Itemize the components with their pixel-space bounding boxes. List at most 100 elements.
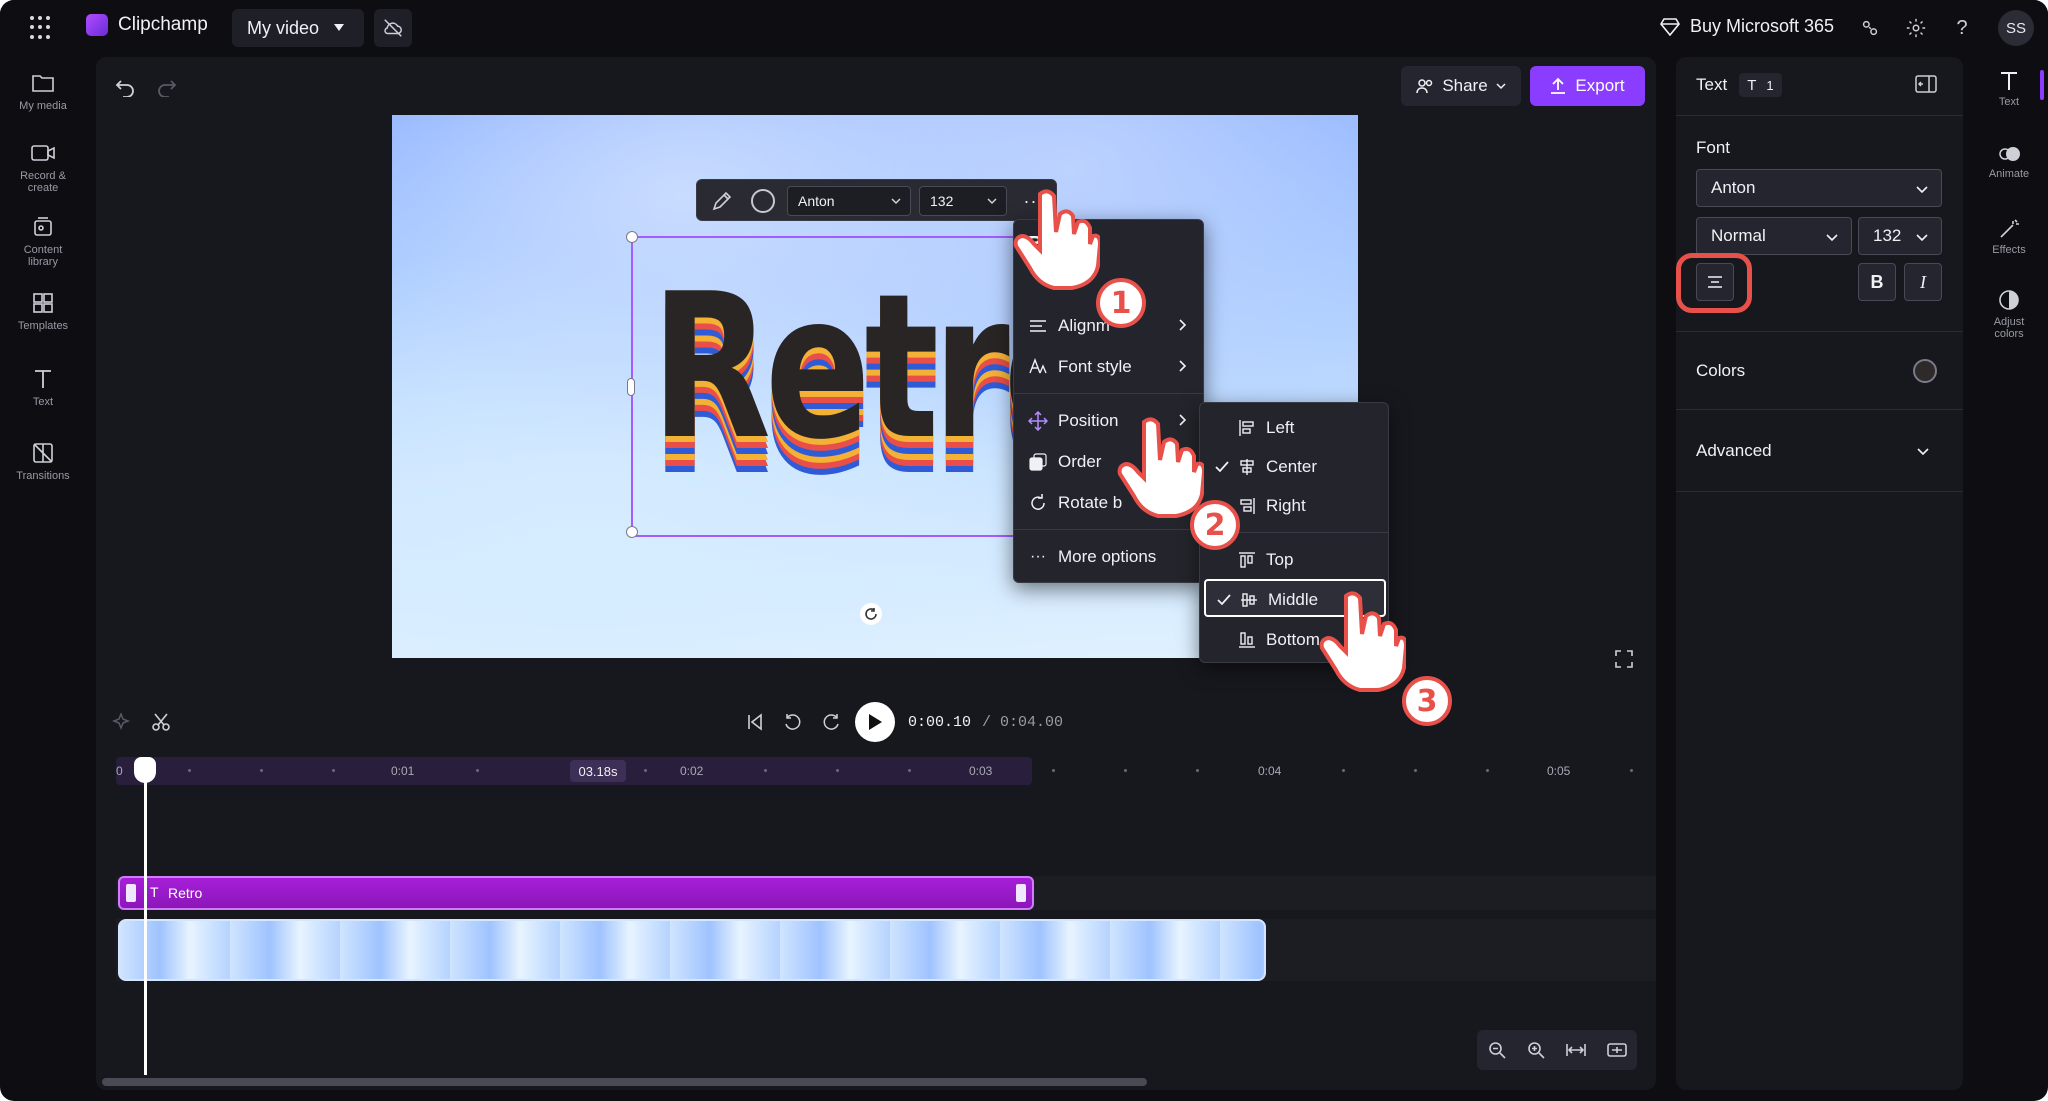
clip-trim-handle[interactable] [126,884,136,902]
total-time: / 0:04.00 [982,714,1064,731]
zoom-out-icon[interactable] [1488,1041,1506,1059]
advanced-section-label: Advanced [1696,441,1772,460]
fullscreen-icon[interactable] [1614,649,1640,675]
undo-icon[interactable] [110,73,140,103]
rewind-5-icon[interactable] [778,707,808,737]
chevron-down-icon[interactable] [1916,444,1930,458]
skip-back-icon[interactable] [740,707,770,737]
rail-item-record-create[interactable]: Record & create [0,140,86,194]
rail-item-adjust-colors[interactable]: Adjust colors [1970,288,2048,340]
tick-dot [764,769,767,772]
export-button[interactable]: Export [1530,66,1645,106]
cloud-sync-button[interactable] [374,9,412,47]
adjust-colors-icon [1999,290,2019,310]
menu-item-font-style[interactable]: Font style [1014,347,1203,387]
bold-button[interactable]: B [1858,263,1896,301]
chevron-down-icon [1916,186,1928,194]
text-clip[interactable]: T Retro [118,876,1034,910]
share-button[interactable]: Share [1401,66,1521,106]
magic-icon[interactable] [106,707,136,737]
right-rail: Text Animate Effects Adjust colors [1970,56,2048,1101]
clipchamp-logo-icon [86,14,108,36]
fit-width-icon[interactable] [1565,1042,1586,1058]
italic-button[interactable]: I [1904,263,1942,301]
text-clip-icon: T [150,884,159,900]
rail-item-text-props[interactable]: Text [1970,70,2048,108]
tick-dot [260,769,263,772]
redo-icon[interactable] [152,73,182,103]
toolbar-font-select[interactable]: Anton [787,186,911,216]
split-scissors-icon[interactable] [146,707,176,737]
order-icon [1029,453,1047,471]
current-time: 0:00.10 [908,714,972,731]
align-bottom-icon [1239,632,1255,648]
rail-item-text[interactable]: Text [0,366,86,408]
video-clip[interactable] [118,919,1266,981]
project-name-button[interactable]: My video [232,9,364,47]
collapse-panel-icon[interactable] [1913,71,1939,97]
templates-icon [30,290,56,316]
rail-item-content-library[interactable]: Content library [0,214,86,268]
submenu-item-top[interactable]: Top [1200,541,1388,579]
pencil-icon[interactable] [709,188,735,214]
effects-icon [2000,219,2019,238]
font-weight-select[interactable]: Normal [1696,217,1852,255]
font-family-select[interactable]: Anton [1696,169,1942,207]
menu-divider [1014,393,1203,394]
rail-label: Content library [23,244,63,268]
rail-label: Record & create [20,170,66,194]
panel-divider [1676,409,1963,410]
playhead-line [144,765,147,1075]
text-color-swatch[interactable] [751,189,775,213]
rail-item-templates[interactable]: Templates [0,290,86,332]
align-icon [1030,320,1046,332]
play-button[interactable] [855,702,895,742]
menu-item-more-options[interactable]: ··· More options [1014,537,1203,577]
align-right-icon [1240,498,1255,514]
buy-microsoft-365-button[interactable]: Buy Microsoft 365 [1660,16,1834,37]
zoom-in-icon[interactable] [1527,1041,1545,1059]
rail-label: Adjust colors [1993,316,2025,340]
text-color-swatch[interactable] [1913,359,1937,383]
tick-dot [1342,769,1345,772]
rail-label: Text [1998,96,2020,108]
share-people-icon[interactable] [1856,14,1884,42]
resize-handle[interactable] [626,526,638,538]
rail-item-animate[interactable]: Animate [1970,144,2048,180]
tick-dot [476,769,479,772]
font-size-select[interactable]: 132 [1858,217,1942,255]
timeline-expand-icon[interactable] [1606,1042,1627,1058]
panel-divider [1676,115,1963,116]
timeline-scrollbar[interactable] [102,1078,1147,1086]
left-rail: My media Record & create Content library… [0,56,86,1101]
forward-5-icon[interactable] [816,707,846,737]
diamond-icon [1660,17,1680,36]
font-section-label: Font [1696,138,1731,157]
resize-handle[interactable] [627,378,635,396]
toolbar-size-select[interactable]: 132 [919,186,1007,216]
timeline-ruler[interactable]: 0 0:01 0:02 0:03 0:04 0:05 03.18s [116,757,1641,785]
layer-count: 1 [1766,77,1774,93]
settings-gear-icon[interactable] [1902,14,1930,42]
app-launcher-icon[interactable] [30,16,54,40]
step-badge: 1 [1096,278,1146,328]
clip-trim-handle[interactable] [1016,884,1026,902]
submenu-label: Middle [1268,590,1319,609]
help-icon[interactable]: ? [1948,14,1976,42]
top-bar: Clipchamp My video Buy Microsoft 365 ? S… [0,0,2048,56]
rail-label: Text [32,396,54,408]
rail-item-effects[interactable]: Effects [1970,218,2048,256]
submenu-item-center[interactable]: Center [1200,448,1388,486]
avatar[interactable]: SS [1998,10,2034,46]
rail-label: Animate [1988,168,2030,180]
brand: Clipchamp [86,14,208,36]
step-badge: 2 [1190,500,1240,550]
resize-handle[interactable] [626,231,638,243]
text-selection-box[interactable]: Retro [626,231,1111,538]
rail-item-my-media[interactable]: My media [0,70,86,112]
submenu-item-left[interactable]: Left [1200,409,1388,447]
tick-label: 0 [116,764,123,778]
rotate-handle-icon[interactable] [860,603,882,625]
tick-dot [1124,769,1127,772]
rail-item-transitions[interactable]: Transitions [0,440,86,482]
